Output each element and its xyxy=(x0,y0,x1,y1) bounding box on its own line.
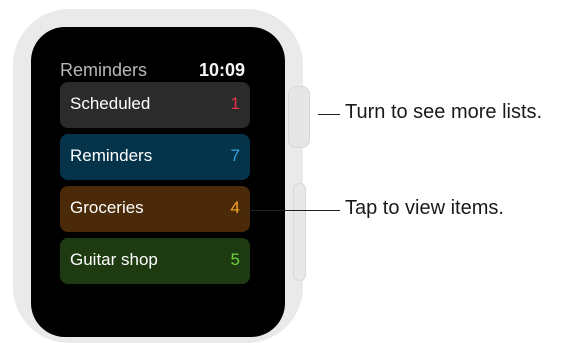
list-item-scheduled[interactable]: Scheduled 1 xyxy=(60,82,250,128)
list-item-count: 7 xyxy=(230,146,240,165)
list-item-label: Groceries xyxy=(70,198,144,217)
clock-time: 10:09 xyxy=(199,60,246,80)
list-item-count: 4 xyxy=(230,198,240,217)
tap-callout-line xyxy=(246,210,340,211)
list-item-label: Reminders xyxy=(70,146,153,165)
digital-crown[interactable] xyxy=(288,86,310,148)
list-item-groceries[interactable]: Groceries 4 xyxy=(60,186,250,232)
side-button[interactable] xyxy=(293,183,306,281)
crown-callout-text: Turn to see more lists. xyxy=(345,101,543,123)
list-item-count: 5 xyxy=(230,250,240,269)
app-title: Reminders xyxy=(60,60,148,80)
list-item-guitar-shop[interactable]: Guitar shop 5 xyxy=(60,238,250,284)
list-item-reminders[interactable]: Reminders 7 xyxy=(60,134,250,180)
list-item-label: Guitar shop xyxy=(70,250,158,269)
list-item-count: 1 xyxy=(230,94,240,113)
tap-callout-text: Tap to view items. xyxy=(345,197,504,219)
crown-callout-line xyxy=(318,114,340,115)
list-item-label: Scheduled xyxy=(70,94,151,113)
